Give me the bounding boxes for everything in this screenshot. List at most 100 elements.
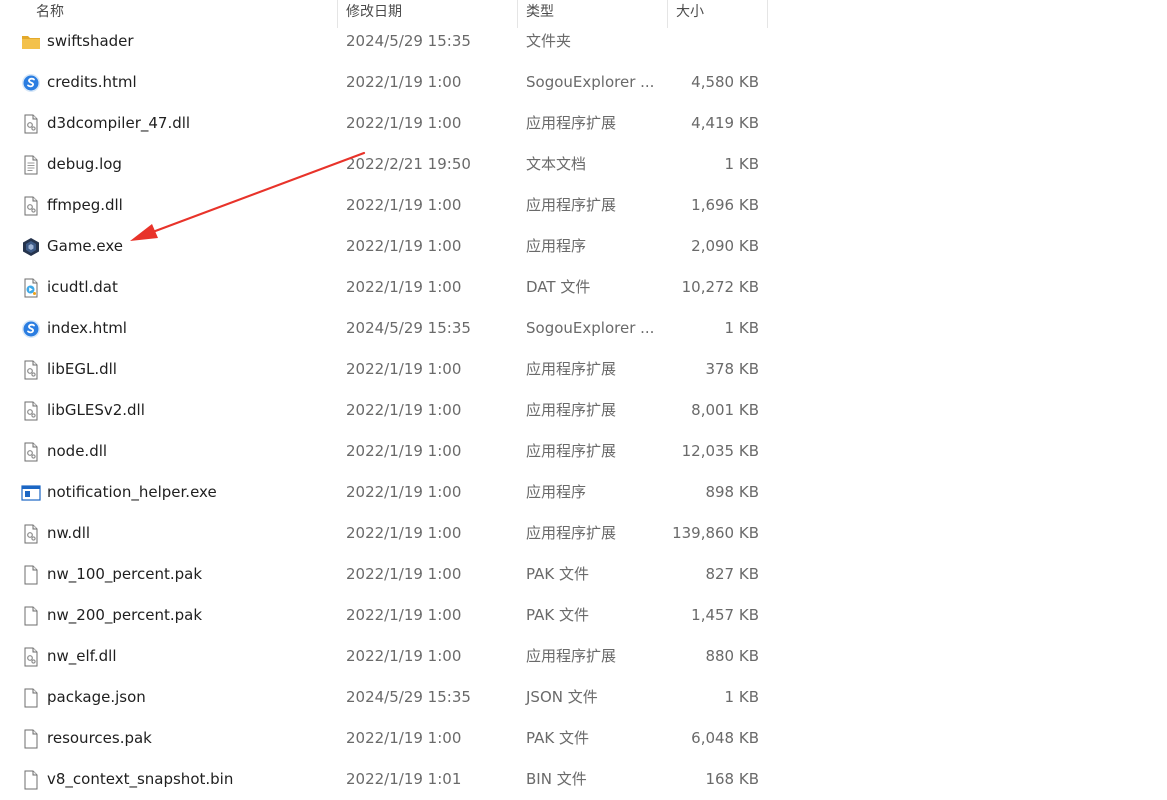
blank-file-icon — [21, 770, 41, 790]
file-type: 应用程序扩展 — [526, 647, 617, 665]
file-type: PAK 文件 — [526, 565, 589, 583]
file-row[interactable]: ffmpeg.dll 2022/1/19 1:00 应用程序扩展 1,696 KB — [0, 185, 768, 226]
file-name: index.html — [47, 319, 127, 337]
browser-icon — [21, 319, 41, 339]
file-row[interactable]: libEGL.dll 2022/1/19 1:00 应用程序扩展 378 KB — [0, 349, 768, 390]
dll-icon — [21, 401, 41, 421]
dll-icon — [21, 196, 41, 216]
file-row[interactable]: libGLESv2.dll 2022/1/19 1:00 应用程序扩展 8,001 K… — [0, 390, 768, 431]
file-type: 应用程序扩展 — [526, 114, 617, 132]
file-row[interactable]: Game.exe 2022/1/19 1:00 应用程序 2,090 KB — [0, 226, 768, 267]
file-type: 文本文档 — [526, 155, 587, 173]
file-modified-date: 2022/1/19 1:00 — [346, 114, 462, 132]
file-row[interactable]: d3dcompiler_47.dll 2022/1/19 1:00 应用程序扩展 4,… — [0, 103, 768, 144]
file-row[interactable]: swiftshader 2024/5/29 15:35 文件夹 — [0, 21, 768, 62]
file-row[interactable]: resources.pak 2022/1/19 1:00 PAK 文件 6,048 K… — [0, 718, 768, 759]
browser-icon — [21, 73, 41, 93]
file-modified-date: 2022/1/19 1:00 — [346, 360, 462, 378]
file-size: 378 KB — [705, 360, 759, 378]
file-name: node.dll — [47, 442, 108, 460]
folder-icon — [21, 32, 41, 52]
file-row[interactable]: nw_100_percent.pak 2022/1/19 1:00 PAK 文件 82… — [0, 554, 768, 595]
file-modified-date: 2022/1/19 1:00 — [346, 73, 462, 91]
blank-file-icon — [21, 688, 41, 708]
file-type: DAT 文件 — [526, 278, 591, 296]
file-size: 898 KB — [705, 483, 759, 501]
file-row[interactable]: notification_helper.exe 2022/1/19 1:00 应用程… — [0, 472, 768, 513]
file-name: ffmpeg.dll — [47, 196, 123, 214]
file-type: 应用程序扩展 — [526, 401, 617, 419]
file-name: debug.log — [47, 155, 122, 173]
file-modified-date: 2022/1/19 1:00 — [346, 647, 462, 665]
dll-icon — [21, 360, 41, 380]
file-type: JSON 文件 — [526, 688, 598, 706]
file-type: SogouExplorer ... — [526, 73, 655, 91]
file-size: 8,001 KB — [691, 401, 759, 419]
file-size: 1,696 KB — [691, 196, 759, 214]
file-name: Game.exe — [47, 237, 124, 255]
file-row[interactable]: v8_context_snapshot.bin 2022/1/19 1:01 BIN… — [0, 759, 768, 800]
dll-icon — [21, 524, 41, 544]
file-type: 应用程序 — [526, 483, 587, 501]
file-size: 827 KB — [705, 565, 759, 583]
file-name: d3dcompiler_47.dll — [47, 114, 191, 132]
file-row[interactable]: package.json 2024/5/29 15:35 JSON 文件 1 KB — [0, 677, 768, 718]
blank-file-icon — [21, 606, 41, 626]
exe-window-icon — [21, 483, 41, 503]
file-list: swiftshader 2024/5/29 15:35 文件夹 credits.htm… — [0, 21, 768, 800]
file-row[interactable]: credits.html 2022/1/19 1:00 SogouExplorer … — [0, 62, 768, 103]
file-modified-date: 2024/5/29 15:35 — [346, 688, 471, 706]
file-row[interactable]: nw_elf.dll 2022/1/19 1:00 应用程序扩展 880 KB — [0, 636, 768, 677]
file-modified-date: 2022/2/21 19:50 — [346, 155, 471, 173]
file-row[interactable]: nw.dll 2022/1/19 1:00 应用程序扩展 139,860 KB — [0, 513, 768, 554]
game-exe-icon — [21, 237, 41, 257]
file-name: nw_100_percent.pak — [47, 565, 203, 583]
file-modified-date: 2024/5/29 15:35 — [346, 319, 471, 337]
blank-file-icon — [21, 729, 41, 749]
file-modified-date: 2022/1/19 1:00 — [346, 565, 462, 583]
file-name: nw.dll — [47, 524, 91, 542]
file-type: BIN 文件 — [526, 770, 587, 788]
file-modified-date: 2022/1/19 1:00 — [346, 442, 462, 460]
file-name: nw_200_percent.pak — [47, 606, 203, 624]
file-type: PAK 文件 — [526, 729, 589, 747]
file-row[interactable]: icudtl.dat 2022/1/19 1:00 DAT 文件 10,272 KB — [0, 267, 768, 308]
file-name: v8_context_snapshot.bin — [47, 770, 234, 788]
file-type: 应用程序扩展 — [526, 360, 617, 378]
file-size: 1,457 KB — [691, 606, 759, 624]
file-name: notification_helper.exe — [47, 483, 217, 501]
file-size: 880 KB — [705, 647, 759, 665]
file-size: 4,419 KB — [691, 114, 759, 132]
file-size: 1 KB — [724, 155, 759, 173]
dll-icon — [21, 442, 41, 462]
file-type: 应用程序扩展 — [526, 442, 617, 460]
file-type: PAK 文件 — [526, 606, 589, 624]
dll-icon — [21, 647, 41, 667]
file-size: 10,272 KB — [681, 278, 759, 296]
file-row[interactable]: debug.log 2022/2/21 19:50 文本文档 1 KB — [0, 144, 768, 185]
file-size: 6,048 KB — [691, 729, 759, 747]
file-type: 应用程序 — [526, 237, 587, 255]
file-type: 文件夹 — [526, 32, 572, 50]
file-type: SogouExplorer ... — [526, 319, 655, 337]
text-file-icon — [21, 155, 41, 175]
file-row[interactable]: index.html 2024/5/29 15:35 SogouExplorer .… — [0, 308, 768, 349]
file-type: 应用程序扩展 — [526, 196, 617, 214]
file-name: nw_elf.dll — [47, 647, 117, 665]
file-row[interactable]: node.dll 2022/1/19 1:00 应用程序扩展 12,035 KB — [0, 431, 768, 472]
file-modified-date: 2024/5/29 15:35 — [346, 32, 471, 50]
file-name: resources.pak — [47, 729, 152, 747]
file-type: 应用程序扩展 — [526, 524, 617, 542]
media-file-icon — [21, 278, 41, 298]
file-size: 1 KB — [724, 319, 759, 337]
file-size: 12,035 KB — [681, 442, 759, 460]
file-size: 1 KB — [724, 688, 759, 706]
file-size: 139,860 KB — [672, 524, 759, 542]
file-name: icudtl.dat — [47, 278, 118, 296]
file-modified-date: 2022/1/19 1:00 — [346, 729, 462, 747]
file-name: credits.html — [47, 73, 137, 91]
file-modified-date: 2022/1/19 1:00 — [346, 196, 462, 214]
file-row[interactable]: nw_200_percent.pak 2022/1/19 1:00 PAK 文件 1,… — [0, 595, 768, 636]
file-size: 4,580 KB — [691, 73, 759, 91]
file-modified-date: 2022/1/19 1:00 — [346, 524, 462, 542]
